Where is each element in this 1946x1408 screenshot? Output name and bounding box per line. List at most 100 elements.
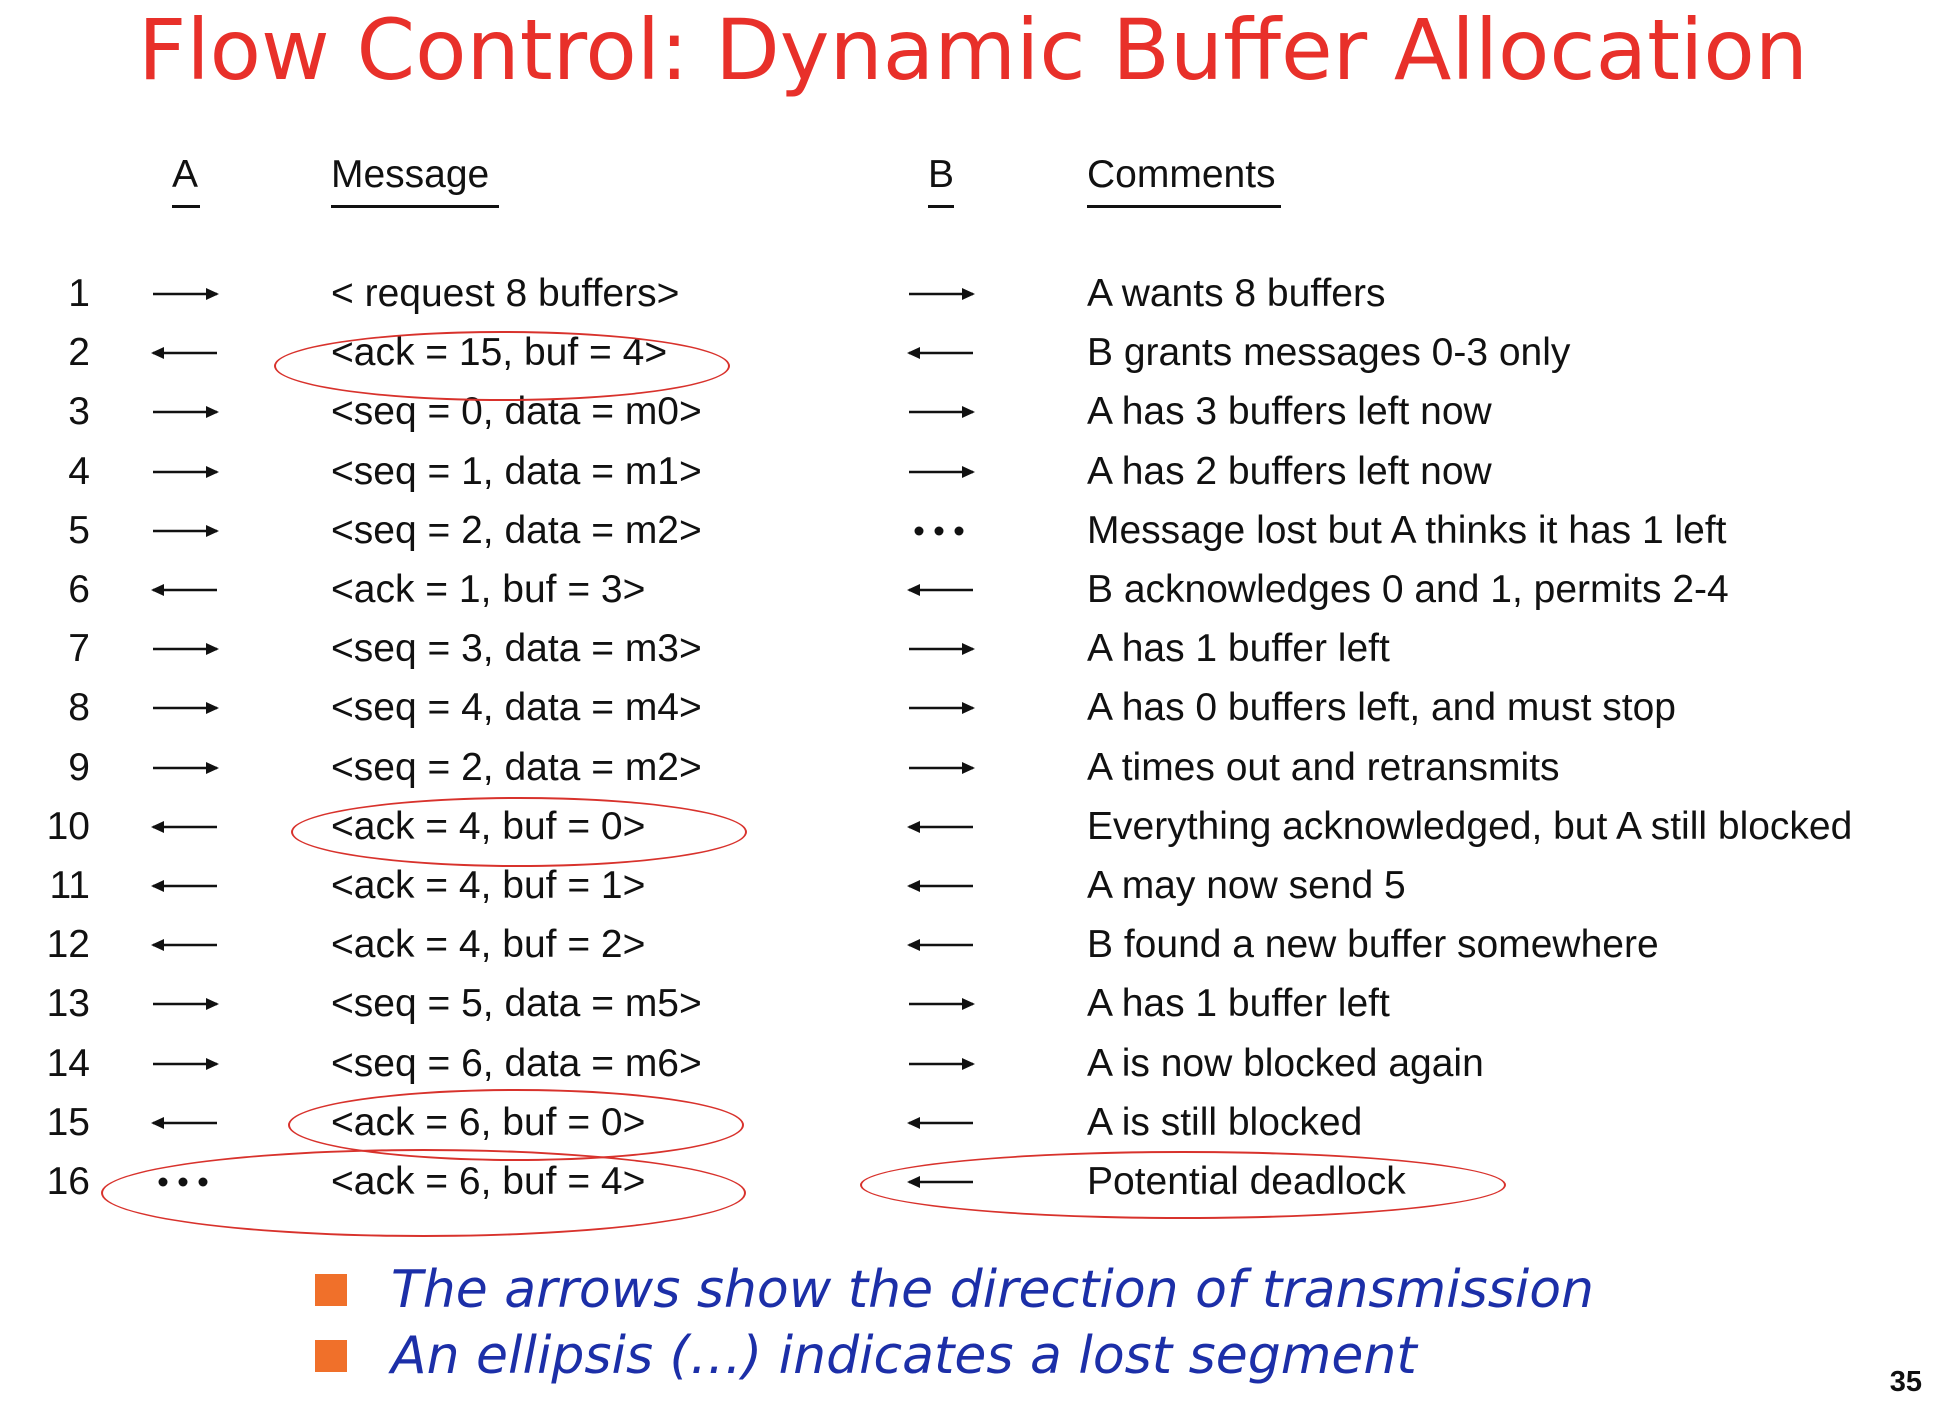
arrow-right-icon [909, 465, 975, 478]
b-direction [907, 974, 977, 1033]
b-direction [907, 442, 977, 501]
b-direction [907, 1093, 977, 1152]
comment-cell: A times out and retransmits [1087, 745, 1560, 789]
a-direction [151, 501, 221, 560]
b-direction [907, 1152, 977, 1211]
arrow-left-icon [151, 584, 217, 596]
arrow-left-icon [151, 347, 217, 360]
message-cell: <ack = 6, buf = 0> [331, 1100, 646, 1144]
table-row: 2 <ack = 15, buf = 4> B grants messages 0-… [0, 323, 1946, 382]
slide-title: Flow Control: Dynamic Buffer Allocation [138, 1, 1808, 99]
arrow-left-icon [907, 1176, 973, 1188]
arrow-right-icon [909, 406, 975, 419]
message-cell: <ack = 4, buf = 2> [331, 923, 646, 967]
message-cell: <seq = 6, data = m6> [331, 1041, 702, 1085]
arrow-left-icon [907, 820, 973, 833]
b-direction [907, 856, 977, 915]
arrow-right-icon [153, 702, 219, 715]
row-number: 7 [68, 627, 90, 671]
bullet-text: An ellipsis (…) indicates a lost segment [391, 1326, 1417, 1386]
message-cell: <seq = 1, data = m1> [331, 449, 702, 493]
header-b: B [928, 153, 955, 196]
comment-cell: A has 1 buffer left [1087, 627, 1390, 671]
b-direction [907, 501, 977, 560]
arrow-left-icon [907, 347, 973, 360]
table-row: 13 <seq = 5, data = m5> A has 1 buffer lef… [0, 974, 1946, 1033]
table-row: 14 <seq = 6, data = m6> A is now blocked a… [0, 1034, 1946, 1093]
arrow-right-icon [909, 288, 975, 300]
arrow-right-icon [909, 998, 975, 1011]
a-direction [151, 1093, 221, 1152]
header-a: A [172, 153, 199, 196]
row-number: 3 [68, 390, 90, 434]
arrow-left-icon [907, 880, 973, 892]
bullet-marker-icon [315, 1274, 347, 1306]
row-number: 12 [46, 923, 90, 967]
comment-cell: A may now send 5 [1087, 864, 1406, 907]
message-cell: <seq = 4, data = m4> [331, 686, 702, 730]
header-comments-underline [1087, 205, 1281, 208]
comment-cell: Message lost but A thinks it has 1 left [1087, 508, 1727, 552]
a-direction [151, 738, 221, 797]
a-direction [151, 915, 221, 974]
table-row: 5 <seq = 2, data = m2> Message lost but A … [0, 501, 1946, 560]
arrow-left-icon [151, 820, 217, 833]
message-cell: <seq = 5, data = m5> [331, 982, 702, 1026]
row-number: 10 [46, 804, 90, 848]
table-row: 7 <seq = 3, data = m3> A has 1 buffer left [0, 619, 1946, 678]
b-direction [907, 264, 977, 323]
row-number: 15 [46, 1100, 90, 1144]
arrow-right-icon [153, 643, 219, 656]
arrow-left-icon [151, 939, 217, 952]
table-row: 1 < request 8 buffers> A wants 8 buffers [0, 264, 1946, 323]
a-direction [151, 619, 221, 678]
a-direction [151, 264, 221, 323]
comment-cell: Potential deadlock [1087, 1160, 1406, 1203]
a-direction [151, 797, 221, 856]
b-direction [907, 323, 977, 382]
a-direction [151, 1152, 221, 1211]
row-number: 2 [68, 331, 90, 375]
bullet-text: The arrows show the direction of transmi… [391, 1260, 1595, 1320]
b-direction [907, 619, 977, 678]
arrow-left-icon [907, 584, 973, 596]
table-row: 3 <seq = 0, data = m0> A has 3 buffers lef… [0, 382, 1946, 441]
arrow-right-icon [153, 1057, 219, 1070]
table-row: 15 <ack = 6, buf = 0> A is still blocked [0, 1093, 1946, 1152]
row-number: 8 [68, 686, 90, 730]
comment-cell: A is now blocked again [1087, 1041, 1484, 1085]
arrow-right-icon [909, 1057, 975, 1070]
row-number: 9 [68, 745, 90, 789]
arrow-right-icon [153, 998, 219, 1011]
table-row: 9 <seq = 2, data = m2> A times out and ret… [0, 738, 1946, 797]
header-comments: Comments [1087, 153, 1276, 196]
row-number: 1 [68, 272, 90, 315]
table-row: 16 <ack = 6, buf = 4> Potential deadlock [0, 1152, 1946, 1211]
b-direction [907, 382, 977, 441]
arrow-left-icon [151, 1116, 217, 1129]
comment-cell: A wants 8 buffers [1087, 272, 1386, 315]
comment-cell: A has 0 buffers left, and must stop [1087, 686, 1676, 730]
b-direction [907, 797, 977, 856]
a-direction [151, 560, 221, 619]
arrow-right-icon [153, 406, 219, 419]
table-row: 8 <seq = 4, data = m4> A has 0 buffers lef… [0, 678, 1946, 737]
arrow-left-icon [151, 880, 217, 892]
b-direction [907, 915, 977, 974]
header-b-underline [928, 205, 954, 208]
message-cell: <ack = 4, buf = 0> [331, 804, 646, 848]
header-message: Message [331, 153, 490, 196]
arrow-right-icon [153, 288, 219, 300]
row-number: 4 [68, 449, 90, 493]
a-direction [151, 1034, 221, 1093]
table-row: 12 <ack = 4, buf = 2> B found a new buffer… [0, 915, 1946, 974]
row-number: 13 [46, 982, 90, 1026]
arrow-right-icon [909, 761, 975, 774]
arrow-right-icon [909, 643, 975, 656]
arrow-right-icon [153, 524, 219, 537]
arrow-right-icon [153, 761, 219, 774]
comment-cell: B acknowledges 0 and 1, permits 2-4 [1087, 568, 1729, 611]
ellipsis-icon [914, 526, 964, 536]
row-number: 5 [68, 508, 90, 552]
a-direction [151, 442, 221, 501]
